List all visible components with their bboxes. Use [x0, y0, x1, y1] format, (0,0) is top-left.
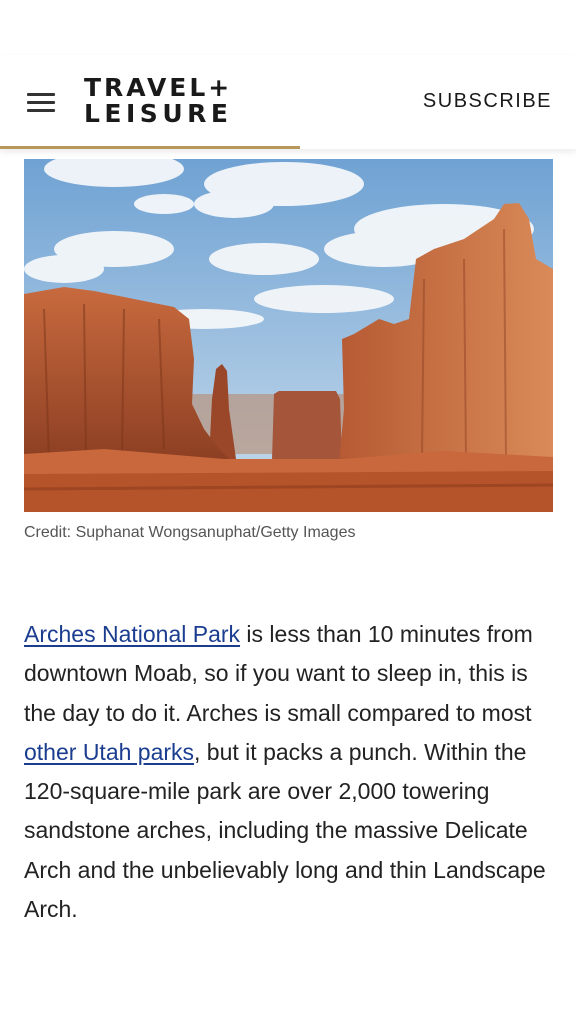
site-header: TRAVEL+ LEISURE SUBSCRIBE	[0, 55, 576, 149]
logo-line-2: LEISURE	[84, 99, 233, 128]
other-utah-parks-link[interactable]: other Utah parks	[24, 739, 194, 765]
image-credit: Credit: Suphanat Wongsanuphat/Getty Imag…	[24, 524, 356, 541]
page: TRAVEL+ LEISURE SUBSCRIBE Credit: Suphan…	[0, 0, 576, 1034]
arches-national-park-link[interactable]: Arches National Park	[24, 621, 240, 647]
logo-line-1: TRAVEL+	[84, 73, 233, 102]
canyon-landscape-illustration	[24, 159, 553, 512]
subscribe-button[interactable]: SUBSCRIBE	[423, 90, 552, 113]
hero-image	[24, 159, 553, 512]
header-accent-line	[0, 146, 300, 149]
hamburger-menu-icon[interactable]	[27, 93, 55, 113]
article-text-2: , but it packs a punch. Within the 120-s…	[24, 738, 546, 923]
site-logo[interactable]: TRAVEL+ LEISURE	[84, 75, 294, 127]
article-paragraph: Arches National Park is less than 10 min…	[24, 615, 554, 929]
